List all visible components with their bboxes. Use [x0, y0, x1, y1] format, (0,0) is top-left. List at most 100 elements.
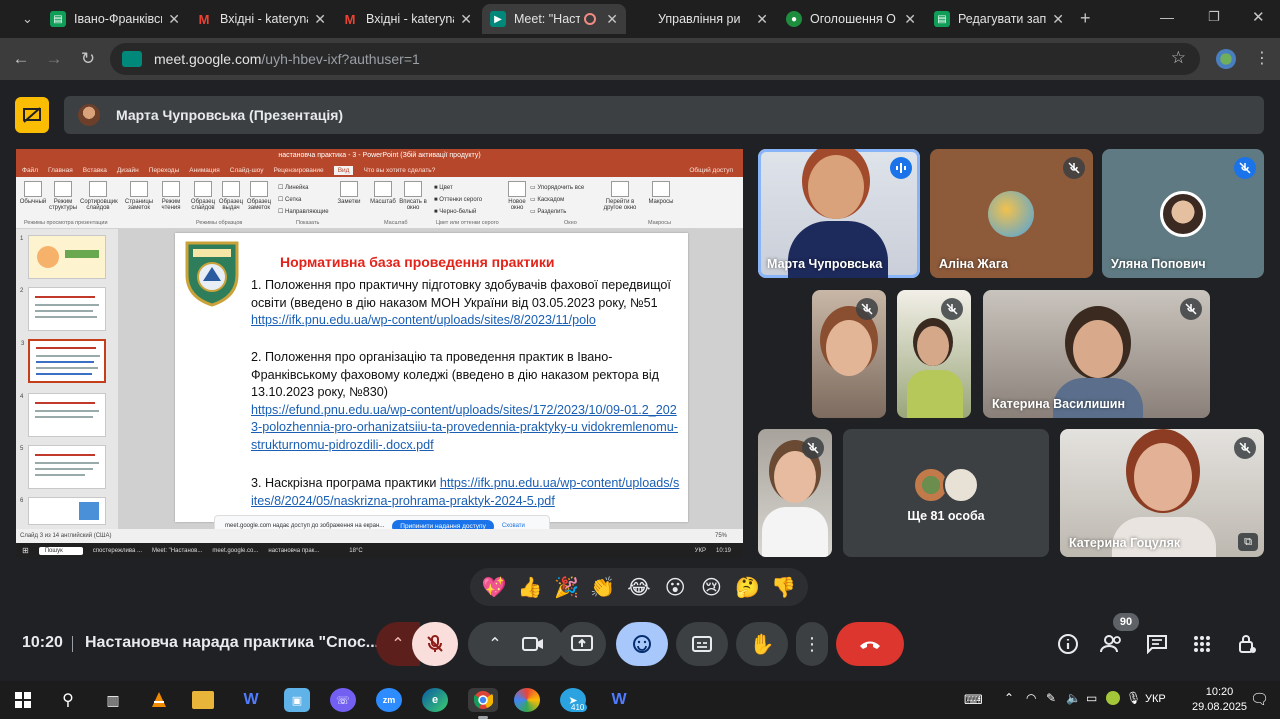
new-tab-icon[interactable]: +	[1080, 8, 1091, 29]
more-options-button[interactable]: ⋮	[796, 622, 828, 666]
participant-tile[interactable]	[812, 290, 886, 418]
weather-app-icon[interactable]: W	[238, 688, 264, 712]
pp-window-options[interactable]: ▭ Упорядочить все ▭ Каскадом ▭ Разделить	[530, 182, 584, 218]
reaction-sad[interactable]: 😢	[696, 575, 726, 600]
camera-button-group[interactable]: ⌃	[468, 622, 564, 666]
pp-ribbon-button[interactable]: Обычный	[18, 181, 48, 205]
browser-tab[interactable]: ● Оголошення О ✕	[778, 4, 924, 34]
more-participants-tile[interactable]: Ще 81 особа	[843, 429, 1049, 557]
weather-app-icon[interactable]: W	[606, 688, 632, 712]
browser-tab[interactable]: Управління ри ✕	[630, 4, 776, 34]
pp-tab[interactable]: Анимация	[189, 167, 220, 174]
close-icon[interactable]: ✕	[168, 11, 180, 28]
pp-ribbon-button[interactable]: Перейти в другое окно	[600, 181, 640, 211]
pp-tab[interactable]: Рецензирование	[273, 167, 323, 174]
pp-tab[interactable]: Вставка	[83, 167, 107, 174]
pp-share[interactable]: Общий доступ	[689, 167, 733, 174]
chat-button[interactable]	[1143, 630, 1171, 658]
slide-thumbnail[interactable]: 1	[20, 235, 106, 279]
pp-tell-me[interactable]: Что вы хотите сделать?	[363, 167, 435, 174]
forward-icon[interactable]: →	[43, 48, 65, 70]
edge-icon[interactable]: e	[422, 688, 448, 712]
windows-start-icon[interactable]	[10, 688, 36, 712]
pp-tab[interactable]: Файл	[22, 167, 38, 174]
raise-hand-button[interactable]: ✋	[736, 622, 788, 666]
microphone-icon[interactable]: 🎙	[1126, 691, 1141, 705]
pp-show-checkboxes[interactable]: ☐ Линейка ☐ Сетка ☐ Направляющие	[278, 182, 329, 218]
pp-ribbon-button[interactable]: Режим структуры	[48, 181, 78, 211]
task-view-icon[interactable]: ▥	[100, 688, 126, 712]
participant-tile[interactable]	[758, 429, 832, 557]
pp-ribbon-button[interactable]: Образец заметок	[244, 181, 274, 211]
pp-ribbon-button[interactable]: Макросы	[646, 181, 676, 205]
reaction-heart[interactable]: 💖	[479, 575, 509, 600]
battery-icon[interactable]: ▭	[1086, 691, 1097, 705]
people-button[interactable]	[1098, 630, 1126, 658]
close-icon[interactable]: ✕	[1052, 11, 1064, 28]
speaker-icon[interactable]: 🔈	[1066, 691, 1081, 705]
reload-icon[interactable]: ↻	[77, 48, 99, 70]
file-explorer-icon[interactable]	[192, 691, 214, 709]
tab-search-button[interactable]: ⌄	[0, 4, 42, 34]
keyboard-language[interactable]: УКР	[1145, 693, 1166, 705]
close-icon[interactable]: ✕	[606, 11, 618, 28]
reaction-thumbs-up[interactable]: 👍	[515, 575, 545, 600]
slide-link-1[interactable]: https://ifk.pnu.edu.ua/wp-content/upload…	[251, 313, 596, 327]
reaction-laugh[interactable]: 😂	[624, 575, 654, 600]
reaction-thinking[interactable]: 🤔	[733, 575, 763, 600]
chevron-up-icon[interactable]: ⌃	[1004, 691, 1014, 705]
pip-icon[interactable]: ⧉	[1238, 533, 1258, 551]
slide-thumbnail[interactable]: 6	[20, 497, 106, 525]
pp-ribbon-button[interactable]: Образец выдач	[216, 181, 246, 211]
emoji-reactions-button[interactable]	[616, 622, 668, 666]
pp-ribbon-button[interactable]: Заметки	[334, 181, 364, 205]
close-icon[interactable]: ✕	[756, 11, 768, 28]
participant-tile[interactable]: Марта Чупровська	[758, 149, 920, 278]
wifi-icon[interactable]: ◠	[1026, 691, 1036, 705]
present-screen-button[interactable]	[558, 622, 606, 666]
network-app-icon[interactable]	[1106, 691, 1120, 705]
reaction-thumbs-down[interactable]: 👎	[769, 575, 799, 600]
participant-tile[interactable]: Катерина Василишин	[983, 290, 1210, 418]
close-icon[interactable]: ✕	[904, 11, 916, 28]
browser-tab[interactable]: M Вхідні - kateryna ✕	[334, 4, 480, 34]
slide-link-2[interactable]: https://efund.pnu.edu.ua/wp-content/uplo…	[251, 403, 678, 452]
pp-color-options[interactable]: ■ Цвет ■ Оттенки серого ■ Черно-белый	[434, 182, 482, 218]
url-field[interactable]: meet.google.com/uyh-hbev-ixf?authuser=1 …	[110, 43, 1200, 75]
zoom-icon[interactable]: zm	[376, 688, 402, 712]
profile-avatar[interactable]	[1216, 49, 1236, 69]
pp-tab-active[interactable]: Вид	[333, 165, 354, 175]
pp-ribbon-button[interactable]: Образец слайдов	[188, 181, 218, 211]
back-icon[interactable]: ←	[10, 48, 32, 70]
activities-button[interactable]	[1188, 630, 1216, 658]
notifications-icon[interactable]: 🗨	[1250, 690, 1269, 708]
search-icon[interactable]: ⚲	[55, 688, 81, 712]
vlc-icon[interactable]	[146, 688, 172, 712]
slide-thumbnail[interactable]: 2	[20, 287, 106, 331]
pp-ribbon-button[interactable]: Режим чтения	[156, 181, 186, 211]
taskbar-clock[interactable]: 10:20 29.08.2025	[1192, 685, 1247, 715]
slide-thumbnail[interactable]: 4	[20, 393, 106, 437]
browser-tab[interactable]: ▤ Редагувати зап ✕	[926, 4, 1072, 34]
pp-ribbon-button[interactable]: Страницы заметок	[124, 181, 154, 211]
microphone-toggle-button[interactable]	[412, 622, 458, 666]
minimize-icon[interactable]: —	[1160, 9, 1174, 25]
browser-tab-active[interactable]: ▶ Meet: "Наста ✕	[482, 4, 626, 34]
pp-ribbon-button[interactable]: Новое окно	[502, 181, 532, 211]
participant-tile[interactable]: Аліна Жага	[930, 149, 1093, 278]
reaction-clap[interactable]: 👏	[588, 575, 618, 600]
reaction-party[interactable]: 🎉	[552, 575, 582, 600]
close-icon[interactable]: ✕	[314, 11, 326, 28]
presentation-icon[interactable]	[15, 97, 49, 133]
pp-tab[interactable]: Слайд-шоу	[230, 167, 264, 174]
pp-ribbon-button[interactable]: Масштаб	[368, 181, 398, 205]
captions-button[interactable]	[676, 622, 728, 666]
slide-thumbnail[interactable]: 5	[20, 445, 106, 489]
reaction-surprised[interactable]: 😮	[660, 575, 690, 600]
browser-tab[interactable]: ▤ Івано-Франківськ ✕	[42, 4, 188, 34]
chevron-up-icon[interactable]: ⌃	[488, 634, 501, 654]
pp-ribbon-button[interactable]: Сортировщик слайдов	[80, 181, 118, 211]
window-close-icon[interactable]: ✕	[1252, 8, 1265, 26]
chrome-profile-icon[interactable]	[514, 688, 540, 712]
close-icon[interactable]: ✕	[460, 11, 472, 28]
